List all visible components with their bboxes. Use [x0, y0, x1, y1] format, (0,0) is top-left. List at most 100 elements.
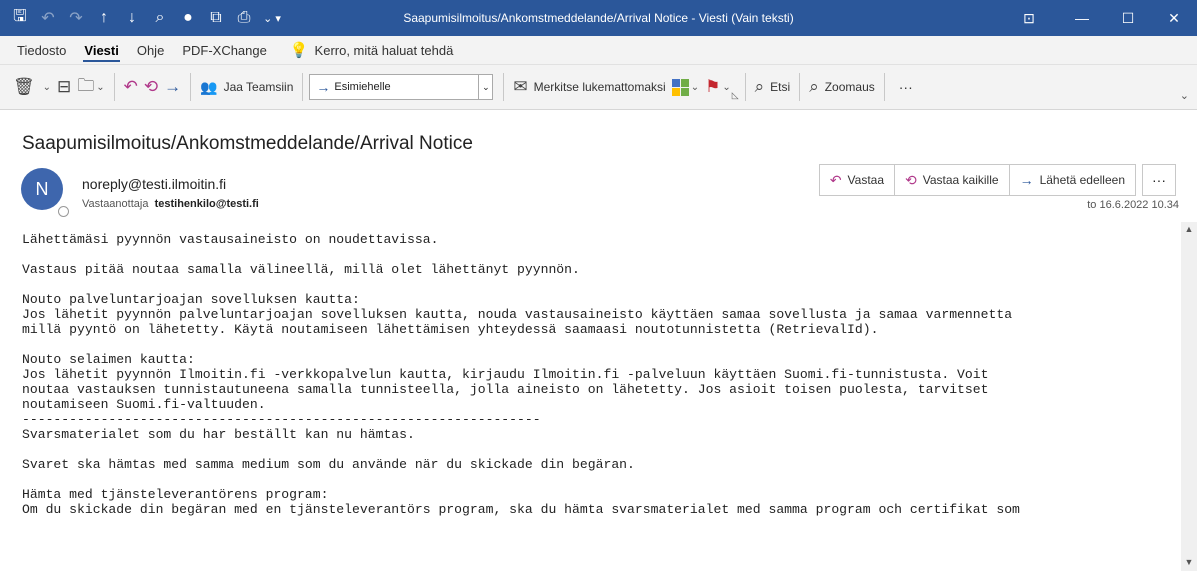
tell-me-box[interactable]: 💡 Kerro, mitä haluat tehdä	[276, 41, 453, 59]
tab-pdf-xchange[interactable]: PDF-XChange	[173, 36, 276, 64]
body-line: Jos lähetit pyynnön palveluntarjoajan so…	[22, 307, 1013, 322]
body-line: Nouto palveluntarjoajan sovelluksen kaut…	[22, 292, 360, 307]
chevron-down-icon: ⌄	[690, 81, 700, 93]
ribbon-tabs: Tiedosto Viesti Ohje PDF-XChange 💡 Kerro…	[0, 36, 1197, 65]
body-line: Nouto selaimen kautta:	[22, 352, 195, 367]
body-line: noutamiseen Suomi.fi-valtuuden.	[22, 397, 266, 412]
message-body: Lähettämäsi pyynnön vastausaineisto on n…	[22, 232, 1169, 517]
vertical-scrollbar[interactable]: ▲ ▼	[1181, 222, 1197, 571]
body-line	[22, 472, 1169, 487]
reply-all-icon: ⟲	[905, 171, 917, 188]
body-line: Om du skickade din begäran med en tjänst…	[22, 502, 1020, 517]
forward-icon: →	[1019, 172, 1034, 188]
recipients-label: Vastaanottaja	[82, 198, 149, 210]
mark-unread-label: Merkitse lukemattomaksi	[533, 80, 666, 94]
reply-label: Vastaa	[847, 173, 885, 187]
body-line: Vastaus pitää noutaa samalla välineellä,…	[22, 262, 580, 277]
share-teams-label: Jaa Teamsiin	[223, 80, 294, 94]
more-actions-button[interactable]: ···	[1142, 164, 1176, 196]
scroll-down-icon[interactable]: ▼	[1183, 557, 1195, 569]
save-icon[interactable]: 🖫	[8, 6, 32, 30]
body-line: Svarsmaterialet som du har beställt kan …	[22, 427, 415, 442]
tab-message[interactable]: Viesti	[75, 36, 127, 64]
zoom-icon: ⌕	[809, 77, 819, 96]
ribbon-toolbar: 🗑 ⌄ ⊟ 🗀 ⌄ ↶ ⟲ → 👥 Jaa Teamsiin → Esimieh…	[0, 65, 1197, 110]
teams-icon: 👥	[200, 78, 218, 95]
envelope-icon: ✉	[513, 77, 528, 96]
reply-actions: ↶ Vastaa ⟲ Vastaa kaikille → Lähetä edel…	[818, 164, 1136, 196]
toolbar-divider	[744, 73, 746, 101]
scroll-up-icon[interactable]: ▲	[1183, 224, 1195, 236]
toolbar-divider	[799, 73, 801, 101]
undo-icon[interactable]: ↶	[36, 6, 60, 30]
forward-icon: →	[164, 77, 182, 96]
body-line: Hämta med tjänsteleverantörens program:	[22, 487, 329, 502]
chevron-down-icon: ⌄	[96, 81, 105, 93]
copy-icon[interactable]: ⧉	[204, 6, 228, 30]
body-line: noutaa vastauksen tunnistautuneena samal…	[22, 382, 989, 397]
search-icon[interactable]: ⌕	[148, 6, 172, 30]
quick-step-dropdown-icon[interactable]: ⌄	[479, 74, 494, 100]
categorize-button[interactable]: ⌄	[669, 71, 702, 103]
forward-button[interactable]: → Lähetä edelleen	[1010, 165, 1135, 195]
reply-all-icon: ⟲	[143, 77, 159, 96]
forward-toolbar-button[interactable]: →	[161, 71, 184, 103]
move-button[interactable]: 🗀 ⌄	[74, 71, 107, 103]
dialog-launcher-icon[interactable]: ◺	[732, 90, 739, 101]
reply-icon: ↶	[123, 77, 138, 96]
message-subject: Saapumisilmoitus/Ankomstmeddelande/Arriv…	[22, 133, 473, 154]
body-line: Jos lähetit pyynnön Ilmoitin.fi -verkkop…	[22, 367, 989, 382]
zoom-label: Zoomaus	[824, 80, 875, 94]
record-icon[interactable]: ●	[176, 6, 200, 30]
message-date: to 16.6.2022 10.34	[1087, 199, 1179, 211]
ribbon-display-options-icon[interactable]: ⊡	[999, 0, 1059, 36]
title-bar: 🖫 ↶ ↷ ↑ ↓ ⌕ ● ⧉ ⎙ ⌄ ▾ Saapumisilmoitus/Ankomstmed…	[0, 0, 1197, 36]
reply-toolbar-button[interactable]: ↶	[121, 71, 141, 103]
expand-ribbon-icon[interactable]: ⌄	[1180, 89, 1189, 102]
toolbar-divider	[190, 73, 192, 101]
chevron-down-icon: ⌄	[722, 81, 731, 93]
categorize-icon	[671, 78, 689, 96]
flag-icon: ⚑	[705, 77, 721, 96]
redo-icon[interactable]: ↷	[64, 6, 88, 30]
tab-help[interactable]: Ohje	[128, 36, 173, 64]
down-arrow-icon[interactable]: ↓	[120, 6, 144, 30]
find-button[interactable]: ⌕ Etsi	[752, 71, 794, 103]
archive-button[interactable]: ⊟	[54, 71, 74, 103]
body-line: ----------------------------------------…	[22, 412, 541, 427]
share-teams-button[interactable]: 👥 Jaa Teamsiin	[197, 71, 296, 103]
toolbar-divider	[302, 73, 304, 101]
reply-all-toolbar-button[interactable]: ⟲	[141, 71, 161, 103]
trash-icon: 🗑	[13, 77, 35, 96]
maximize-icon[interactable]: ☐	[1105, 0, 1151, 36]
toolbar-divider	[113, 73, 115, 101]
quick-step-select[interactable]: → Esimiehelle	[309, 74, 480, 100]
recipient-address[interactable]: testihenkilo@testi.fi	[155, 198, 259, 210]
body-line	[22, 247, 1169, 262]
close-icon[interactable]: ✕	[1151, 0, 1197, 36]
search-icon: ⌕	[754, 77, 765, 96]
quick-access-toolbar: 🖫 ↶ ↷ ↑ ↓ ⌕ ● ⧉ ⎙ ⌄ ▾	[0, 0, 284, 36]
reply-all-label: Vastaa kaikille	[922, 173, 999, 187]
sender-address[interactable]: noreply@testi.ilmoitin.fi	[82, 176, 226, 192]
follow-up-button[interactable]: ⚑ ⌄	[702, 71, 734, 103]
avatar[interactable]: N	[21, 168, 63, 210]
print-icon[interactable]: ⎙	[232, 6, 256, 30]
move-folder-icon: 🗀	[77, 75, 95, 95]
window-controls: ⊡ — ☐ ✕	[999, 0, 1197, 36]
reply-icon: ↶	[829, 171, 842, 188]
quick-step-label: Esimiehelle	[334, 81, 391, 93]
mark-unread-button[interactable]: ✉ Merkitse lukemattomaksi	[510, 71, 668, 103]
tab-file[interactable]: Tiedosto	[8, 36, 75, 64]
reply-all-button[interactable]: ⟲ Vastaa kaikille	[895, 165, 1010, 195]
customize-toolbar-icon[interactable]: ⌄ ▾	[260, 6, 284, 30]
body-line: Svaret ska hämtas med samma medium som d…	[22, 457, 635, 472]
presence-status-icon	[58, 206, 69, 217]
more-commands-button[interactable]: ···	[891, 71, 921, 103]
zoom-button[interactable]: ⌕ Zoomaus	[806, 71, 878, 103]
delete-button[interactable]: 🗑 ⌄	[10, 71, 54, 103]
tell-me-text: Kerro, mitä haluat tehdä	[314, 42, 454, 58]
minimize-icon[interactable]: —	[1059, 0, 1105, 36]
up-arrow-icon[interactable]: ↑	[92, 6, 116, 30]
reply-button[interactable]: ↶ Vastaa	[820, 165, 896, 195]
